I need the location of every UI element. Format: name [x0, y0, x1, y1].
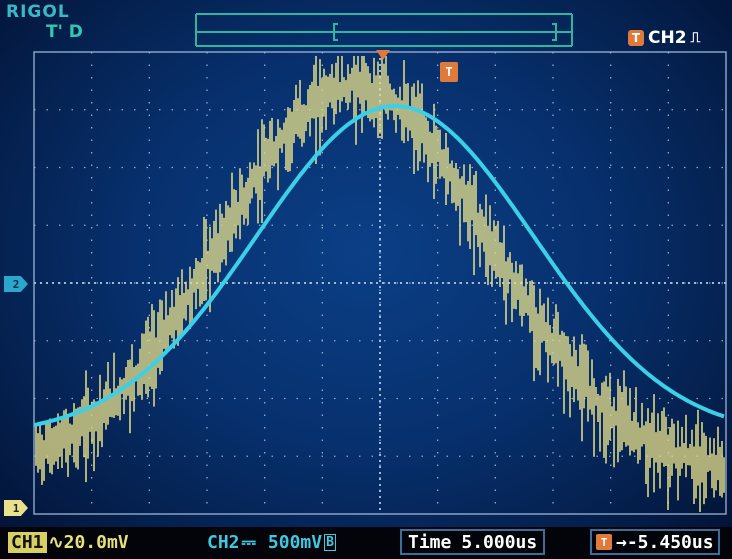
ch1-label: CH1 [8, 531, 47, 553]
trigger-T-icon: T [628, 30, 644, 46]
ch2-label: CH2 [207, 531, 240, 553]
trigger-source-badge: T CH2 ⎍ [628, 27, 700, 49]
waveform-display [33, 13, 727, 515]
trigger-offset: -5.450us [626, 531, 714, 553]
bw-limit-icon: B [324, 533, 336, 551]
brand-logo: RIGOL [6, 2, 70, 22]
trigger-offset-icon: T [596, 534, 612, 550]
ch2-scale-readout[interactable]: CH2 ⎓ 500mV B [207, 529, 336, 555]
trigger-offset-arrow-icon: → [616, 531, 627, 553]
timebase-readout[interactable]: Time 5.000us [400, 529, 546, 555]
status-bar: CH1 ∿ 20.0mV CH2 ⎓ 500mV B Time 5.000us … [0, 527, 732, 559]
memory-depth-bar [195, 13, 573, 47]
time-label: Time [408, 531, 452, 553]
oscilloscope-screen: RIGOL T' D T CH2 ⎍ T 2 1 CH1 ∿ 20.0mV CH… [0, 0, 732, 559]
trigger-position-marker: T [440, 62, 458, 82]
ch1-scale-readout[interactable]: CH1 ∿ 20.0mV [8, 529, 129, 555]
trigger-status: T' D [46, 22, 83, 42]
time-value: 5.000us [461, 531, 538, 553]
ch2-scale: 500mV [267, 531, 323, 553]
rising-edge-icon: ⎍ [690, 30, 701, 46]
ac-coupling-icon: ∿ [48, 531, 64, 553]
trigger-source: CH2 [648, 28, 687, 48]
ch1-scale: 20.0mV [63, 531, 129, 553]
trigger-offset-readout[interactable]: T → -5.450us [590, 529, 720, 555]
dc-coupling-icon: ⎓ [241, 531, 256, 553]
